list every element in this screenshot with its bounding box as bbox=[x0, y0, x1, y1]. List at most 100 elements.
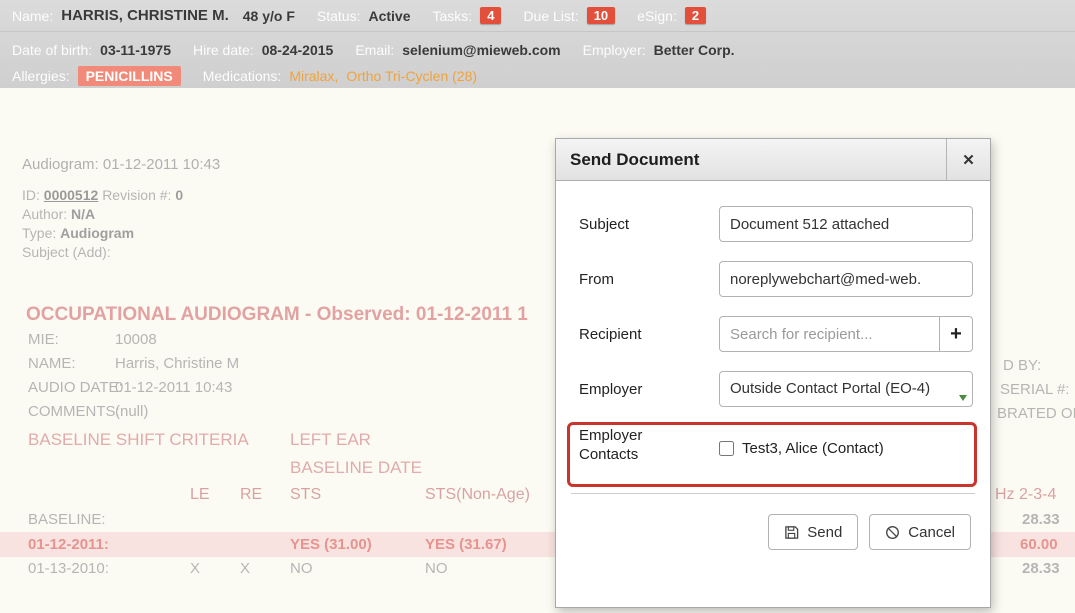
employer-banner-label: Employer: bbox=[583, 42, 646, 58]
row-label: 01-13-2010: bbox=[28, 560, 109, 577]
column-header-sts-non-age: STS(Non-Age) bbox=[425, 486, 530, 504]
row-sts-value: NO bbox=[290, 560, 313, 577]
row-sts-value: YES (31.00) bbox=[290, 536, 372, 553]
tasks-label: Tasks: bbox=[433, 8, 473, 24]
author-value: N/A bbox=[71, 206, 95, 222]
field-label: MIE: bbox=[28, 331, 59, 348]
due-list-count-badge[interactable]: 10 bbox=[587, 7, 615, 24]
contact-option-label: Test3, Alice (Contact) bbox=[742, 440, 884, 457]
column-header-le: LE bbox=[190, 486, 210, 504]
medication-link-2[interactable]: Ortho Tri-Cyclen (28) bbox=[346, 68, 477, 84]
modal-footer: Send Cancel bbox=[571, 514, 975, 550]
allergies-label: Allergies: bbox=[12, 68, 70, 84]
cancel-button[interactable]: Cancel bbox=[869, 514, 971, 550]
close-button[interactable]: ✕ bbox=[946, 139, 990, 180]
status-value: Active bbox=[368, 8, 410, 24]
row-right-value: 28.33 bbox=[1022, 560, 1060, 577]
doc-id-label: ID: bbox=[22, 187, 40, 203]
from-row: From bbox=[571, 261, 975, 297]
employer-banner-value: Better Corp. bbox=[654, 42, 735, 58]
close-icon: ✕ bbox=[962, 151, 975, 169]
subject-label: Subject bbox=[579, 216, 719, 233]
patient-banner-row1: Name: HARRIS, CHRISTINE M. 48 y/o F Stat… bbox=[0, 0, 1075, 32]
name-label: Name: bbox=[12, 8, 53, 24]
type-value: Audiogram bbox=[60, 225, 134, 241]
column-header-re: RE bbox=[240, 486, 262, 504]
field-value: 10008 bbox=[115, 331, 157, 348]
cancel-icon bbox=[885, 525, 900, 540]
recipient-row: Recipient + bbox=[571, 316, 975, 352]
contact-option: Test3, Alice (Contact) bbox=[719, 439, 884, 457]
patient-age-sex: 48 y/o F bbox=[243, 8, 295, 24]
modal-title: Send Document bbox=[556, 139, 946, 180]
field-label: NAME: bbox=[28, 355, 76, 372]
cutoff-label: BRATED ON bbox=[997, 405, 1075, 422]
due-list-label: Due List: bbox=[523, 8, 578, 24]
esign-label: eSign: bbox=[637, 8, 677, 24]
type-label: Type: bbox=[22, 225, 56, 241]
modal-body: Subject From Recipient + Employer Outsid… bbox=[556, 181, 990, 550]
subject-add-link[interactable]: Add bbox=[77, 244, 102, 260]
left-ear-heading: LEFT EAR bbox=[290, 430, 371, 450]
column-header-hz: Hz 2-3-4 bbox=[995, 486, 1056, 504]
cutoff-label: SERIAL #: bbox=[1000, 381, 1069, 398]
revision-label: Revision #: bbox=[102, 187, 171, 203]
employer-contacts-row: Employer Contacts Test3, Alice (Contact) bbox=[571, 426, 975, 470]
medication-link-1[interactable]: Miralax, bbox=[289, 68, 338, 84]
employer-row: Employer Outside Contact Portal (EO-4) bbox=[571, 371, 975, 407]
subject-input[interactable] bbox=[719, 206, 973, 242]
row-label: 01-12-2011: bbox=[28, 536, 109, 553]
employer-select-value: Outside Contact Portal (EO-4) bbox=[730, 380, 930, 397]
revision-value: 0 bbox=[175, 187, 183, 203]
send-button[interactable]: Send bbox=[768, 514, 858, 550]
patient-banner-row3: Allergies: PENICILLINS Medications: Mira… bbox=[0, 64, 1075, 88]
subject-prefix: Subject ( bbox=[22, 244, 77, 260]
plus-icon: + bbox=[950, 323, 962, 345]
contact-checkbox[interactable] bbox=[719, 441, 734, 456]
save-icon bbox=[784, 525, 799, 540]
author-label: Author: bbox=[22, 206, 67, 222]
modal-header: Send Document ✕ bbox=[556, 139, 990, 181]
subject-suffix: ): bbox=[102, 244, 111, 260]
patient-banner: Name: HARRIS, CHRISTINE M. 48 y/o F Stat… bbox=[0, 0, 1075, 88]
doc-id-link[interactable]: 0000512 bbox=[44, 187, 99, 203]
row-re-value: X bbox=[240, 560, 250, 577]
document-title: Audiogram: 01-12-2011 10:43 bbox=[22, 156, 220, 173]
email-value: selenium@mieweb.com bbox=[402, 42, 560, 58]
column-header-sts: STS bbox=[290, 486, 321, 504]
row-right-value: 60.00 bbox=[1020, 536, 1058, 553]
footer-divider bbox=[571, 493, 975, 494]
field-value: Harris, Christine M bbox=[115, 355, 239, 372]
allergy-badge[interactable]: PENICILLINS bbox=[78, 66, 181, 86]
row-right-value: 28.33 bbox=[1022, 511, 1060, 528]
row-label: BASELINE: bbox=[28, 511, 106, 528]
audiogram-heading: OCCUPATIONAL AUDIOGRAM - Observed: 01-12… bbox=[26, 304, 528, 326]
document-meta: ID: 0000512 Revision #: 0 Author: N/A Ty… bbox=[22, 186, 183, 262]
subject-row: Subject bbox=[571, 206, 975, 242]
recipient-label: Recipient bbox=[579, 326, 719, 343]
add-recipient-button[interactable]: + bbox=[939, 316, 973, 352]
employer-select[interactable]: Outside Contact Portal (EO-4) bbox=[719, 371, 973, 407]
status-label: Status: bbox=[317, 8, 361, 24]
field-label: AUDIO DATE: bbox=[28, 379, 123, 396]
baseline-date-heading: BASELINE DATE bbox=[290, 458, 422, 478]
select-arrow-icon bbox=[959, 395, 967, 401]
row-le-value: X bbox=[190, 560, 200, 577]
from-input[interactable] bbox=[719, 261, 973, 297]
field-value: 01-12-2011 10:43 bbox=[115, 379, 232, 396]
email-label: Email: bbox=[355, 42, 394, 58]
patient-banner-row2: Date of birth: 03-11-1975 Hire date: 08-… bbox=[0, 36, 1075, 64]
row-sts-non-age-value: YES (31.67) bbox=[425, 536, 507, 553]
esign-count-badge[interactable]: 2 bbox=[685, 7, 706, 24]
field-value: (null) bbox=[115, 403, 148, 420]
hire-date-value: 08-24-2015 bbox=[262, 42, 334, 58]
dob-label: Date of birth: bbox=[12, 42, 92, 58]
recipient-search-input[interactable] bbox=[719, 316, 940, 352]
tasks-count-badge[interactable]: 4 bbox=[480, 7, 501, 24]
hire-date-label: Hire date: bbox=[193, 42, 254, 58]
row-sts-non-age-value: NO bbox=[425, 560, 448, 577]
dob-value: 03-11-1975 bbox=[100, 42, 171, 58]
from-label: From bbox=[579, 271, 719, 288]
send-document-modal: Send Document ✕ Subject From Recipient +… bbox=[555, 138, 991, 608]
field-label: COMMENTS: bbox=[28, 403, 120, 420]
